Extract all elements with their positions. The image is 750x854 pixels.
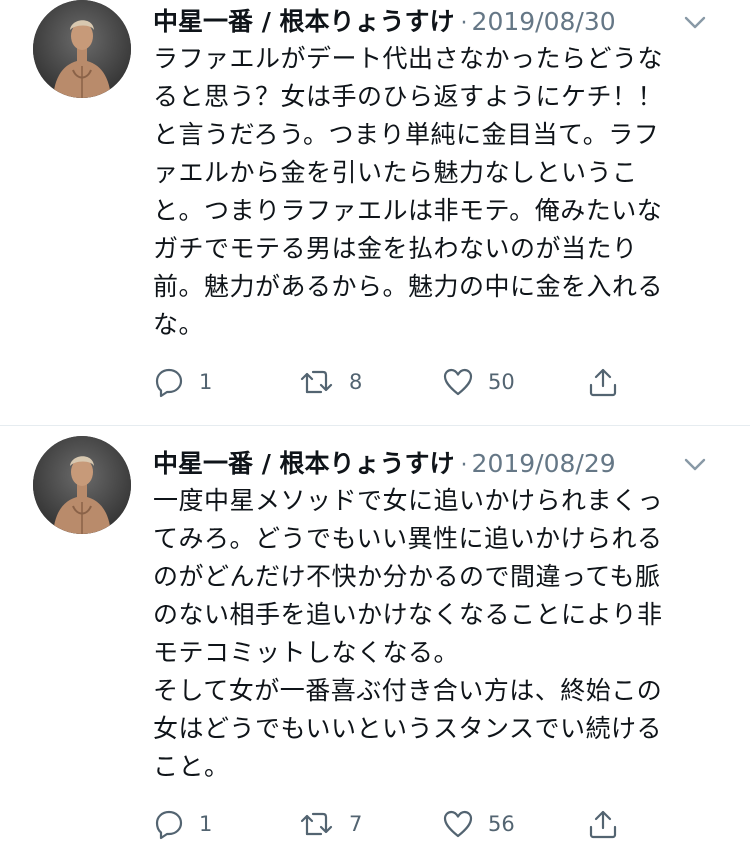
- reply-icon: [155, 368, 183, 398]
- tweet-line: ラファエルがデート代出さなかったらどうな: [153, 44, 664, 73]
- retweet-count: 7: [349, 812, 363, 836]
- tweet-text: ラファエルがデート代出さなかったらどうな ると思う？女は手のひら返すようにケチ！…: [153, 40, 728, 344]
- avatar[interactable]: [33, 436, 131, 534]
- share-button[interactable]: [587, 364, 619, 400]
- reply-icon: [155, 810, 183, 840]
- retweet-button[interactable]: 8: [299, 364, 362, 400]
- tweet-header: 中星一番 / 根本りょうすけ · 2019/08/29: [153, 446, 616, 482]
- action-bar: 1 7 56: [153, 806, 633, 842]
- like-count: 50: [488, 370, 515, 394]
- avatar-photo: [33, 436, 131, 534]
- tweet-header: 中星一番 / 根本りょうすけ · 2019/08/30: [153, 4, 616, 40]
- tweet-1[interactable]: 中星一番 / 根本りょうすけ · 2019/08/30 ラファエルがデート代出さ…: [0, 0, 750, 425]
- like-icon: [443, 368, 473, 396]
- tweet-date[interactable]: 2019/08/29: [472, 446, 616, 482]
- tweet-line: 一度中星メソッドで女に追いかけられまくっ: [153, 486, 664, 515]
- tweet-line: ると思う？女は手のひら返すようにケチ！！: [153, 82, 664, 111]
- retweet-icon: [300, 812, 333, 836]
- like-count: 56: [488, 812, 515, 836]
- retweet-icon: [300, 370, 333, 394]
- separator-dot: ·: [460, 453, 468, 478]
- tweet-line: のない相手を追いかけなくなることにより非: [153, 600, 663, 629]
- chevron-down-icon[interactable]: [682, 454, 708, 474]
- tweet-2[interactable]: 中星一番 / 根本りょうすけ · 2019/08/29 一度中星メソッドで女に追…: [0, 426, 750, 854]
- chevron-down-icon[interactable]: [682, 12, 708, 32]
- like-button[interactable]: 56: [442, 806, 515, 842]
- share-icon: [589, 368, 617, 397]
- tweet-line: そして女が一番喜ぶ付き合い方は、終始この: [153, 676, 663, 705]
- author-name[interactable]: 中星一番 / 根本りょうすけ: [153, 446, 455, 482]
- retweet-button[interactable]: 7: [299, 806, 362, 842]
- avatar-photo: [33, 0, 131, 98]
- tweet-line: と。つまりラファエルは非モテ。俺みたいな: [153, 196, 663, 225]
- author-name[interactable]: 中星一番 / 根本りょうすけ: [153, 4, 455, 40]
- reply-button[interactable]: 1: [153, 806, 212, 842]
- like-icon: [443, 810, 473, 838]
- tweet-line: ァエルから金を引いたら魅力なしというこ: [153, 158, 638, 187]
- avatar[interactable]: [33, 0, 131, 98]
- share-button[interactable]: [587, 806, 619, 842]
- reply-count: 1: [199, 370, 213, 394]
- tweet-line: 前。魅力があるから。魅力の中に金を入れる: [153, 272, 664, 301]
- retweet-count: 8: [349, 370, 363, 394]
- tweet-line: 女はどうでもいいというスタンスでい続ける: [153, 714, 663, 743]
- tweet-line: こと。: [153, 752, 230, 781]
- tweet-date[interactable]: 2019/08/30: [472, 4, 616, 40]
- tweet-line: と言うだろう。つまり単純に金目当て。ラフ: [153, 120, 660, 149]
- action-bar: 1 8 50: [153, 364, 633, 400]
- share-icon: [589, 810, 617, 839]
- tweet-line: のがどんだけ不快か分かるので間違っても脈: [153, 562, 661, 591]
- reply-button[interactable]: 1: [153, 364, 212, 400]
- tweet-line: ガチでモテる男は金を払わないのが当たり: [153, 234, 638, 263]
- separator-dot: ·: [460, 11, 468, 36]
- tweet-line: モテコミットしなくなる。: [153, 638, 460, 667]
- reply-count: 1: [199, 812, 213, 836]
- like-button[interactable]: 50: [442, 364, 515, 400]
- tweet-text: 一度中星メソッドで女に追いかけられまくっ てみろ。どうでもいい異性に追いかけられ…: [153, 482, 728, 786]
- tweet-line: てみろ。どうでもいい異性に追いかけられる: [153, 524, 663, 553]
- tweet-line: な。: [153, 310, 205, 339]
